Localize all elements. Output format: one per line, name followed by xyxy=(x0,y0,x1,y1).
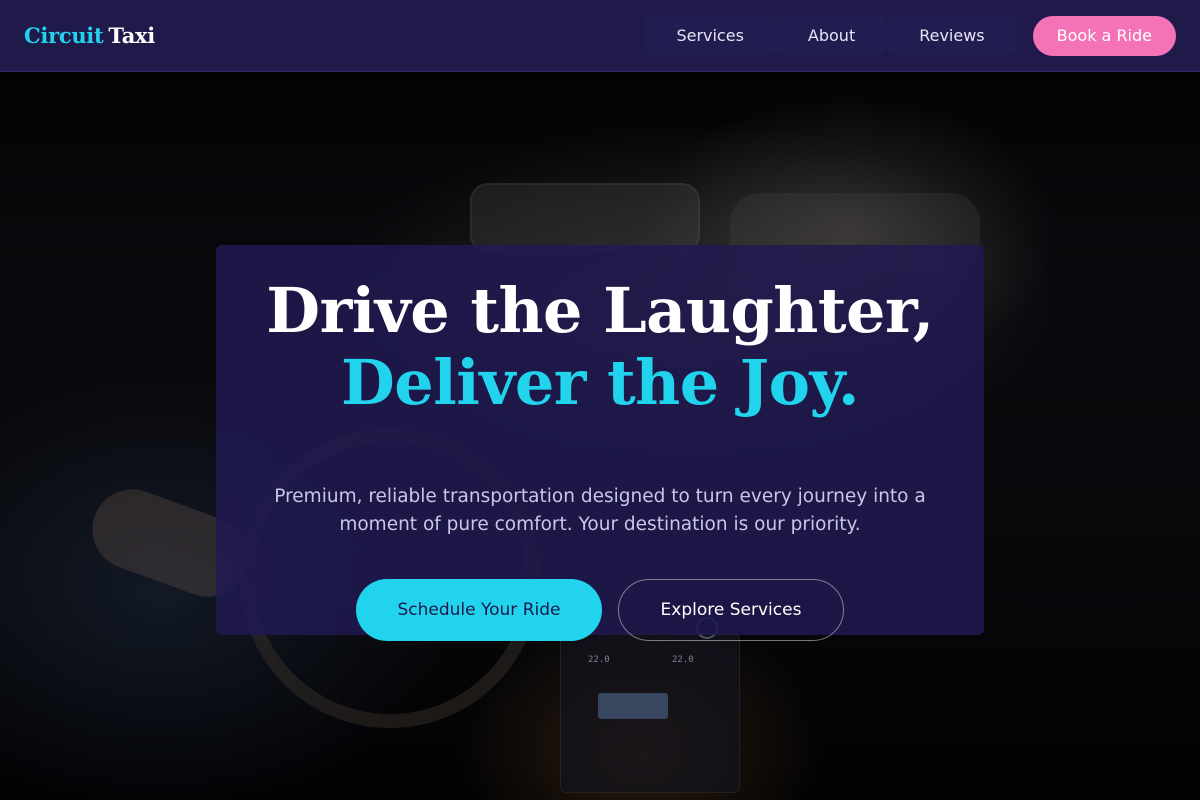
hero-headline: Drive the Laughter, Deliver the Joy. xyxy=(266,274,934,419)
brand-name-part1: Circuit xyxy=(24,23,104,48)
book-a-ride-button[interactable]: Book a Ride xyxy=(1032,15,1176,56)
hero-subtitle: Premium, reliable transportation designe… xyxy=(274,485,926,535)
console-temp-left: 22.0 xyxy=(588,655,610,665)
nav-link-services[interactable]: Services xyxy=(644,16,776,55)
console-temp-right: 22.0 xyxy=(672,655,694,665)
nav-link-reviews[interactable]: Reviews xyxy=(887,16,1017,55)
car-headliner-shape xyxy=(470,183,700,253)
nav-link-about[interactable]: About xyxy=(775,16,888,55)
hero-headline-line2: Deliver the Joy. xyxy=(341,346,859,419)
hero-cta-row: Schedule Your Ride Explore Services xyxy=(356,578,844,641)
console-screen-shape xyxy=(598,693,668,719)
brand-logo[interactable]: Circuit Taxi xyxy=(24,23,155,48)
navbar: Circuit Taxi Services About Reviews Book… xyxy=(0,0,1200,72)
hero-headline-line1: Drive the Laughter, xyxy=(266,274,934,347)
schedule-ride-button[interactable]: Schedule Your Ride xyxy=(356,578,602,641)
explore-services-button[interactable]: Explore Services xyxy=(618,578,844,641)
hero-card: Drive the Laughter, Deliver the Joy. Pre… xyxy=(216,245,984,641)
nav-links: Services About Reviews Book a Ride xyxy=(644,15,1176,56)
brand-name-part2: Taxi xyxy=(108,23,155,48)
